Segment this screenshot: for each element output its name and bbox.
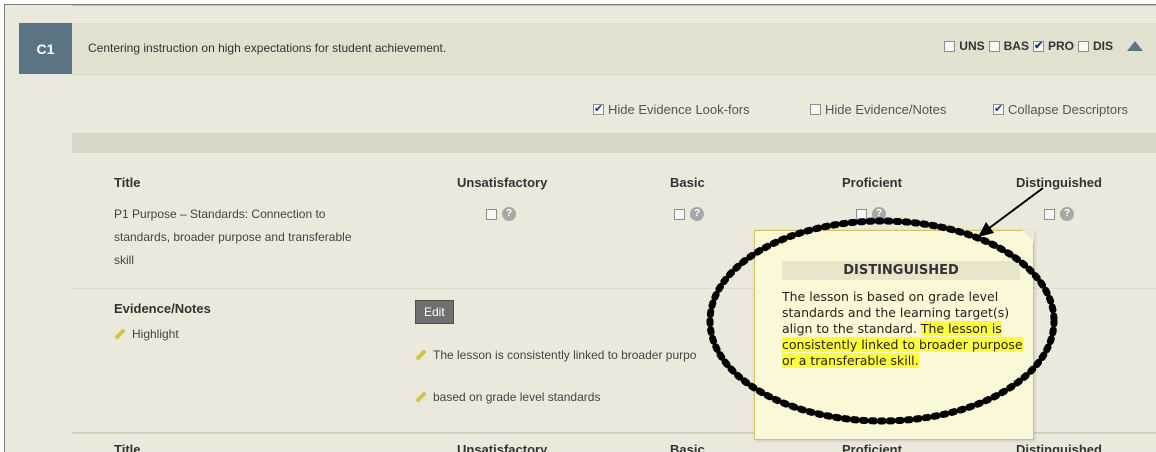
- cell-basic: ?: [674, 207, 704, 221]
- level-label-dis: DIS: [1092, 39, 1113, 53]
- checkbox-icon[interactable]: [1044, 208, 1055, 220]
- help-icon[interactable]: ?: [872, 207, 886, 221]
- checkbox-icon[interactable]: [674, 208, 685, 220]
- checkbox-icon[interactable]: [856, 208, 867, 220]
- collapse-arrow-icon[interactable]: [1127, 41, 1143, 51]
- evidence-note[interactable]: The lesson is consistently linked to bro…: [415, 348, 696, 362]
- highlight-tool[interactable]: Highlight: [114, 327, 179, 341]
- help-icon[interactable]: ?: [1060, 207, 1074, 221]
- section-code-tab: C1: [19, 23, 72, 74]
- descriptor-tooltip: DISTINGUISHED The lesson is based on gra…: [754, 230, 1034, 440]
- highlight-label: Highlight: [132, 327, 179, 341]
- checkbox-icon[interactable]: [486, 208, 497, 220]
- option-hide-evidence[interactable]: Hide Evidence/Notes: [810, 102, 946, 117]
- evidence-note[interactable]: based on grade level standards: [415, 390, 600, 404]
- cell-unsatisfactory: ?: [486, 207, 516, 221]
- option-collapse-descriptors[interactable]: Collapse Descriptors: [993, 102, 1128, 117]
- option-label: Hide Evidence Look-fors: [608, 102, 750, 117]
- checkbox-dis[interactable]: [1077, 40, 1089, 52]
- option-hide-lookfors[interactable]: Hide Evidence Look-fors: [593, 102, 750, 117]
- checkbox-uns[interactable]: [944, 40, 956, 52]
- section-code: C1: [36, 40, 55, 57]
- option-label: Hide Evidence/Notes: [825, 102, 947, 117]
- tooltip-heading: DISTINGUISHED: [782, 261, 1020, 280]
- level-label-uns: UNS: [959, 39, 985, 53]
- cell-proficient: ?: [856, 207, 886, 221]
- row-title: P1 Purpose – Standards: Connection to st…: [114, 207, 352, 267]
- header-distinguished: Distinguished: [1016, 175, 1102, 190]
- checkbox-icon[interactable]: [810, 104, 821, 115]
- evidence-notes-label: Evidence/Notes: [114, 301, 211, 316]
- checkbox-pro[interactable]: [1032, 39, 1044, 52]
- option-label: Collapse Descriptors: [1008, 102, 1128, 117]
- cell-distinguished: ?: [1044, 207, 1074, 221]
- header-basic: Basic: [670, 175, 705, 190]
- level-label-pro: PRO: [1047, 39, 1074, 53]
- edit-button[interactable]: Edit: [415, 300, 454, 324]
- header-title: Title: [114, 175, 141, 190]
- tooltip-body: The lesson is based on grade level stand…: [782, 289, 1032, 369]
- pencil-icon: [415, 349, 427, 361]
- note-text: The lesson is consistently linked to bro…: [433, 348, 697, 362]
- header-unsatisfactory: Unsatisfactory: [457, 175, 548, 190]
- display-options: Hide Evidence Look-fors Hide Evidence/No…: [72, 75, 1156, 133]
- checkbox-bas[interactable]: [988, 40, 1000, 52]
- pencil-icon: [415, 391, 427, 403]
- pencil-icon: [114, 328, 126, 340]
- header-proficient: Proficient: [842, 175, 902, 190]
- section-header[interactable]: Centering instruction on high expectatio…: [72, 23, 1156, 75]
- level-checkboxes: UNS BAS PRO DIS: [944, 39, 1143, 53]
- level-label-bas: BAS: [1003, 39, 1029, 53]
- help-icon[interactable]: ?: [690, 207, 704, 221]
- help-icon[interactable]: ?: [502, 207, 516, 221]
- section-title: Centering instruction on high expectatio…: [88, 41, 447, 55]
- checkbox-icon[interactable]: [993, 102, 1004, 115]
- checkbox-icon[interactable]: [593, 102, 604, 115]
- divider-band: [72, 133, 1156, 153]
- note-text: based on grade level standards: [433, 390, 601, 404]
